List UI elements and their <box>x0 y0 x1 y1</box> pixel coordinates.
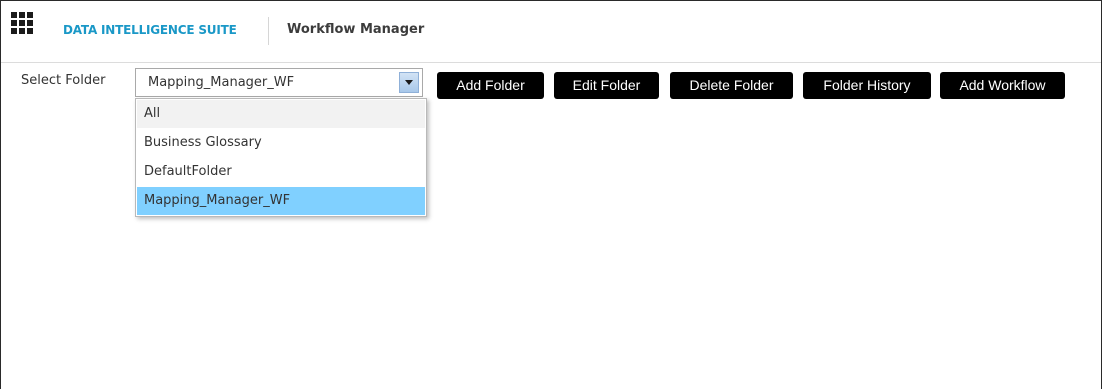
page-title: Workflow Manager <box>287 22 425 37</box>
edit-folder-button[interactable]: Edit Folder <box>554 72 659 99</box>
delete-folder-button[interactable]: Delete Folder <box>670 72 793 99</box>
add-folder-button[interactable]: Add Folder <box>437 72 544 99</box>
folder-select-value: Mapping_Manager_WF <box>148 75 295 90</box>
top-bar: DATA INTELLIGENCE SUITE Workflow Manager <box>1 1 1101 63</box>
folder-history-button[interactable]: Folder History <box>803 72 931 99</box>
dropdown-option-all[interactable]: All <box>137 100 425 128</box>
select-folder-label: Select Folder <box>21 73 106 88</box>
app-frame: DATA INTELLIGENCE SUITE Workflow Manager… <box>0 0 1102 389</box>
grid-menu-icon[interactable] <box>11 12 33 34</box>
dropdown-arrow-button[interactable] <box>399 72 419 93</box>
dropdown-option-mapping-manager-wf[interactable]: Mapping_Manager_WF <box>137 187 425 215</box>
dropdown-option-business-glossary[interactable]: Business Glossary <box>137 129 425 157</box>
chevron-down-icon <box>405 80 413 85</box>
toolbar-divider <box>1 62 1101 63</box>
suite-name[interactable]: DATA INTELLIGENCE SUITE <box>63 23 237 37</box>
dropdown-option-defaultfolder[interactable]: DefaultFolder <box>137 158 425 186</box>
folder-select[interactable]: Mapping_Manager_WF <box>135 68 423 97</box>
folder-dropdown-list: All Business Glossary DefaultFolder Mapp… <box>135 98 427 217</box>
header-divider <box>268 17 269 45</box>
add-workflow-button[interactable]: Add Workflow <box>940 72 1065 99</box>
